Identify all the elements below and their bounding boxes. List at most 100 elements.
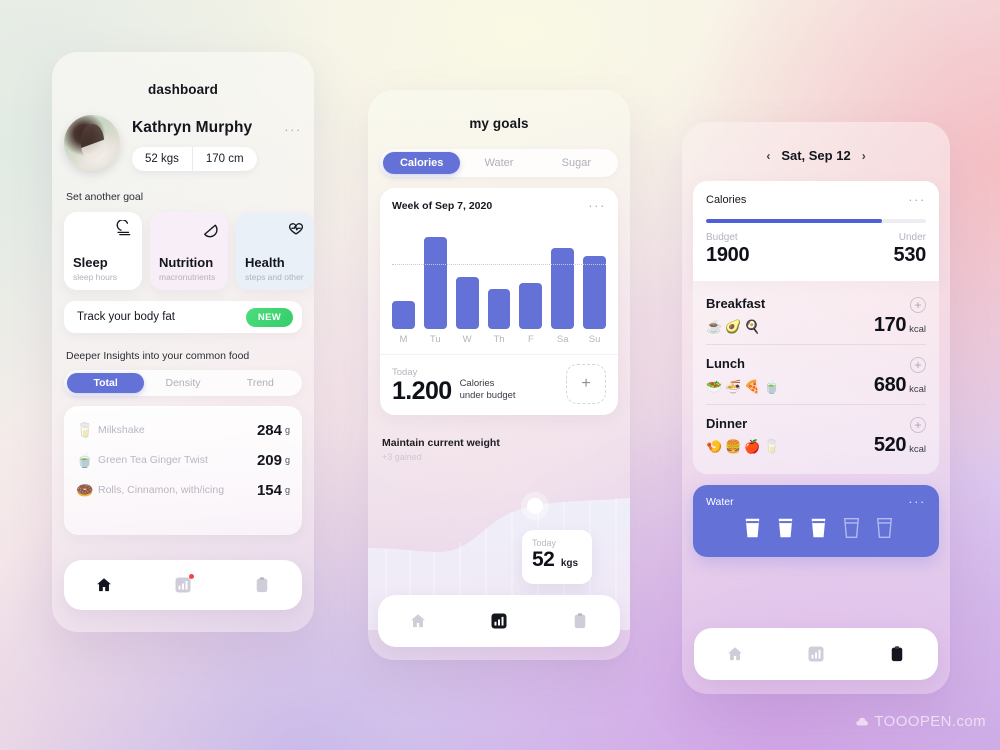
date-navigator: ‹ Sat, Sep 12 › [682, 148, 950, 163]
weight-stat[interactable]: 52 kgs [132, 147, 192, 171]
clipboard-icon[interactable] [888, 645, 906, 663]
bar-W[interactable] [455, 277, 479, 329]
height-stat[interactable]: 170 cm [191, 147, 257, 171]
food-list: 🥛 Milkshake 284 g 🍵 Green Tea Ginger Twi… [64, 406, 302, 535]
goal-card-sleep[interactable]: Sleep sleep hours [64, 212, 142, 290]
home-icon[interactable] [95, 576, 113, 594]
today-weight-bubble: Today 52 kgs [522, 530, 592, 584]
food-name: Rolls, Cinnamon, with/icing [98, 484, 225, 496]
goal-card-title: Nutrition [159, 255, 214, 270]
calories-summary-card: Calories ··· Budget 1900 Under 530 [693, 181, 939, 281]
bar-Su[interactable] [583, 256, 607, 329]
add-lunch-button[interactable]: + [910, 357, 926, 373]
phone-diary: ‹ Sat, Sep 12 › Calories ··· Budget 1900… [682, 122, 950, 694]
bar-label: Tu [429, 334, 441, 345]
set-goal-label: Set another goal [66, 191, 144, 203]
water-glass-filled[interactable] [744, 517, 761, 539]
bar-Sa[interactable] [551, 247, 575, 329]
tab-water[interactable]: Water [460, 152, 537, 174]
meal-kcal-value: 170 [873, 314, 907, 336]
water-glass-empty[interactable] [876, 517, 893, 539]
goal-card-subtitle: sleep hours [73, 272, 117, 282]
cloud-flame-icon [856, 717, 869, 726]
tab-density[interactable]: Density [144, 373, 221, 393]
tab-sugar[interactable]: Sugar [538, 152, 615, 174]
food-name: Milkshake [98, 424, 145, 436]
add-breakfast-button[interactable]: + [910, 297, 926, 313]
meal-food-icons: 🍤🍔🍎🥛 [706, 439, 783, 454]
bubble-value: 52 [532, 548, 555, 571]
list-item[interactable]: 🥛 Milkshake 284 g [76, 415, 290, 445]
chart-icon[interactable] [174, 574, 194, 594]
water-glass-empty[interactable] [843, 517, 860, 539]
prev-day-button[interactable]: ‹ [766, 149, 770, 163]
goal-card-subtitle: steps and other [245, 272, 304, 282]
tab-total[interactable]: Total [67, 373, 145, 393]
avatar[interactable] [64, 115, 120, 171]
under-label: Under [898, 232, 926, 243]
chart-icon[interactable] [490, 612, 508, 630]
moon-icon [116, 220, 131, 236]
budget-label: Budget [706, 232, 738, 243]
bar-Tu[interactable] [423, 237, 447, 329]
water-menu-icon[interactable]: ··· [908, 495, 926, 508]
meal-title: Breakfast [706, 296, 766, 311]
chart-menu-icon[interactable]: ··· [588, 199, 606, 212]
profile-name: Kathryn Murphy [132, 119, 253, 136]
bubble-unit: kgs [560, 558, 579, 569]
meal-title: Lunch [706, 356, 745, 371]
food-unit: g [284, 425, 290, 435]
tab-calories[interactable]: Calories [383, 152, 461, 174]
bar-label: Th [493, 334, 505, 345]
current-date-label: Sat, Sep 12 [781, 148, 851, 163]
bar-M[interactable] [392, 300, 415, 329]
chart-icon[interactable] [807, 645, 825, 663]
food-unit: g [284, 485, 290, 495]
goal-card-nutrition[interactable]: Nutrition macronutrients [150, 212, 228, 290]
add-entry-button[interactable]: + [566, 364, 606, 404]
bubble-label: Today [532, 538, 557, 548]
bar-Th[interactable] [487, 289, 511, 329]
calories-title: Calories [706, 193, 747, 206]
under-block: Under 530 [894, 232, 927, 267]
clipboard-icon[interactable] [253, 576, 271, 594]
clipboard-icon[interactable] [571, 612, 589, 630]
insights-tabs: Total Density Trend [64, 370, 302, 396]
meal-kcal-unit: kcal [909, 384, 926, 395]
next-day-button[interactable]: › [862, 149, 866, 163]
profile-menu-icon[interactable]: ··· [284, 123, 302, 136]
weight-goal-subtitle: +3 gained [382, 452, 422, 462]
list-item[interactable]: 🍩 Rolls, Cinnamon, with/icing 154 g [76, 475, 290, 505]
meal-lunch[interactable]: Lunch + 🥗🍜🍕🍵 680 kcal [706, 344, 926, 404]
home-icon[interactable] [409, 612, 427, 630]
bar-F[interactable] [519, 283, 543, 329]
phone-dashboard: dashboard Kathryn Murphy 52 kgs 170 cm ·… [52, 52, 314, 632]
water-glass-filled[interactable] [810, 517, 827, 539]
water-title: Water [706, 495, 734, 508]
phone-my-goals: my goals Calories Water Sugar Week of Se… [368, 90, 630, 660]
watermark-text: TOOOPEN.com [874, 713, 986, 730]
meal-breakfast[interactable]: Breakfast + ☕🥑🍳 170 kcal [706, 285, 926, 344]
home-icon[interactable] [726, 645, 744, 663]
add-dinner-button[interactable]: + [910, 417, 926, 433]
profile-header: Kathryn Murphy 52 kgs 170 cm ··· [64, 115, 314, 171]
page-title: dashboard [148, 82, 218, 97]
bar-chart-x-labels: M Tu W Th F Sa Su [392, 334, 606, 345]
list-item[interactable]: 🍵 Green Tea Ginger Twist 209 g [76, 445, 290, 475]
bar-chart [392, 225, 607, 329]
tab-trend[interactable]: Trend [222, 373, 299, 393]
goal-card-health[interactable]: Health steps and other [236, 212, 314, 290]
calories-menu-icon[interactable]: ··· [908, 193, 926, 206]
track-body-fat-row[interactable]: Track your body fat NEW [64, 301, 302, 333]
goal-card-subtitle: macronutrients [159, 272, 216, 282]
page-title: my goals [469, 116, 529, 131]
food-value: 209 [256, 451, 282, 469]
meal-dinner[interactable]: Dinner + 🍤🍔🍎🥛 520 kcal [706, 404, 926, 464]
green-tea-icon: 🍵 [76, 451, 94, 468]
water-glass-filled[interactable] [777, 517, 794, 539]
weight-goal-title: Maintain current weight [382, 437, 500, 449]
food-name: Green Tea Ginger Twist [98, 454, 208, 466]
budget-block: Budget 1900 [706, 232, 750, 267]
notification-badge [188, 574, 194, 579]
today-summary: Today 1.200 Calories under budget + [392, 355, 606, 415]
